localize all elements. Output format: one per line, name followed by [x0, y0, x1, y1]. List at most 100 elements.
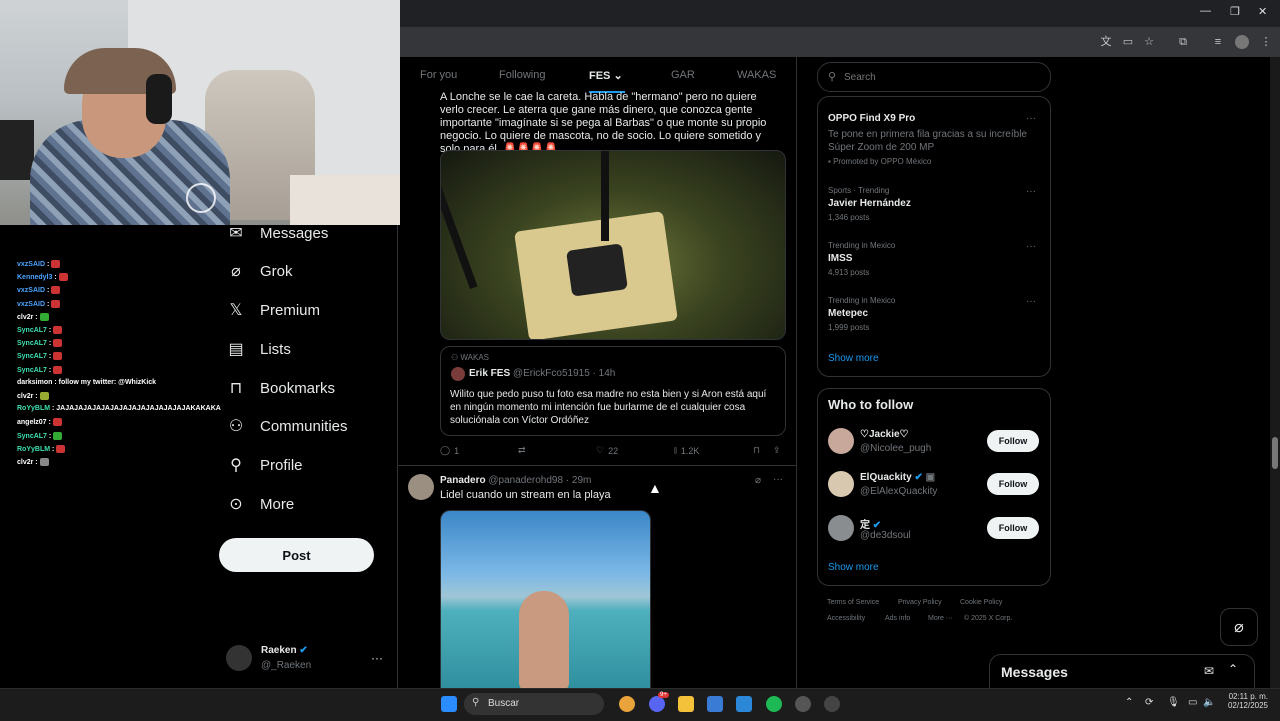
follow-user-name-row[interactable]: 定 ✔	[860, 516, 881, 531]
trend-name[interactable]: OPPO Find X9 Pro	[828, 113, 915, 124]
store-icon[interactable]	[707, 696, 723, 712]
volume-icon[interactable]: 🔈	[1203, 697, 1215, 708]
scrollbar[interactable]	[1270, 57, 1280, 688]
obs-icon[interactable]	[824, 696, 840, 712]
tab-for-you[interactable]: For you	[420, 69, 457, 81]
spotify-icon[interactable]	[766, 696, 782, 712]
chat-username[interactable]: vxzSAID	[17, 261, 45, 268]
nav-bookmarks[interactable]: ⊓ Bookmarks	[226, 374, 335, 402]
extensions-icon[interactable]: ⧉	[1176, 35, 1190, 49]
footer-more[interactable]: More ···	[928, 615, 953, 622]
tab-wakas[interactable]: WAKAS	[737, 69, 776, 81]
windows-start-icon[interactable]	[441, 696, 457, 712]
clock[interactable]: 02:11 p. m. 02/12/2025	[1222, 692, 1268, 710]
messages-drawer[interactable]: Messages ✉ ⌃	[989, 654, 1255, 690]
chat-username[interactable]: Kennedyl3	[17, 274, 52, 281]
like-button[interactable]: ♡ 22	[596, 445, 618, 456]
search-box[interactable]: ⚲	[817, 62, 1051, 92]
folder-icon[interactable]	[678, 696, 694, 712]
reply-button[interactable]: ◯ 1	[440, 445, 459, 456]
post-button[interactable]: Post	[219, 538, 374, 572]
nav-more[interactable]: ⊙ More	[226, 490, 294, 518]
trend-name[interactable]: IMSS	[828, 253, 852, 264]
bookmark-star-icon[interactable]: ☆	[1142, 35, 1156, 49]
trend-more-icon[interactable]: ···	[1026, 113, 1036, 124]
chat-username[interactable]: angelz07	[17, 419, 47, 426]
tab-gar[interactable]: GAR	[671, 69, 695, 81]
grok-float-icon[interactable]: ⌀	[1220, 608, 1258, 646]
media-icon[interactable]: ≡	[1211, 35, 1225, 49]
repost-button[interactable]: ⇄	[518, 445, 526, 456]
show-more-trends[interactable]: Show more	[828, 353, 879, 364]
avatar[interactable]	[226, 645, 252, 671]
translate-icon[interactable]: 文	[1099, 35, 1113, 49]
taskbar-search[interactable]: ⚲ Buscar	[464, 693, 604, 715]
avatar[interactable]	[408, 474, 434, 500]
chat-username[interactable]: SyncAL7	[17, 432, 47, 439]
discord-icon[interactable]	[649, 696, 665, 712]
tweet2-image[interactable]	[440, 510, 651, 689]
chat-username[interactable]: vxzSAID	[17, 300, 45, 307]
app-icon[interactable]	[795, 696, 811, 712]
scrollbar-thumb[interactable]	[1272, 437, 1278, 469]
footer-privacy[interactable]: Privacy Policy	[898, 599, 942, 606]
chrome-icon[interactable]	[619, 696, 635, 712]
chat-username[interactable]: darksimon	[17, 379, 52, 386]
menu-kebab-icon[interactable]: ⋮	[1259, 35, 1273, 49]
footer-ads[interactable]: Ads info	[885, 615, 910, 622]
chevron-up-icon[interactable]: ⌃	[1228, 662, 1238, 676]
chat-username[interactable]: SyncAL7	[17, 327, 47, 334]
chat-username[interactable]: RoYyBLM	[17, 405, 50, 412]
avatar[interactable]	[828, 428, 854, 454]
chat-username[interactable]: SyncAL7	[17, 340, 47, 347]
trend-name[interactable]: Javier Hernández	[828, 198, 911, 209]
new-message-icon[interactable]: ✉	[1204, 664, 1214, 678]
avatar[interactable]	[828, 515, 854, 541]
footer-cookie[interactable]: Cookie Policy	[960, 599, 1002, 606]
search-input[interactable]	[842, 67, 1036, 87]
tweet2-author[interactable]: Panadero @panaderohd98 · 29m	[440, 475, 591, 486]
chat-username[interactable]: SyncAL7	[17, 366, 47, 373]
trend-more-icon[interactable]: ···	[1026, 186, 1036, 197]
tray-chevron-icon[interactable]: ⌃	[1125, 697, 1133, 708]
network-icon[interactable]: ▭	[1188, 697, 1197, 708]
follow-button[interactable]: Follow	[987, 473, 1039, 495]
tab-fes[interactable]: FES ⌄	[589, 69, 623, 82]
trend-name[interactable]: Metepec	[828, 308, 868, 319]
footer-accessibility[interactable]: Accessibility	[827, 615, 865, 622]
chat-username[interactable]: SyncAL7	[17, 353, 47, 360]
nav-communities[interactable]: ⚇ Communities	[226, 412, 348, 440]
chat-username[interactable]: clv2r	[17, 393, 33, 400]
restore-icon[interactable]: ❐	[1230, 5, 1240, 18]
follow-button[interactable]: Follow	[987, 517, 1039, 539]
views-button[interactable]: ⫾ 1.2K	[674, 445, 699, 456]
show-more-follow[interactable]: Show more	[828, 562, 879, 573]
share-button[interactable]: ⇪	[773, 445, 781, 456]
follow-user-name-row[interactable]: ElQuackity ✔ ▣	[860, 472, 935, 483]
follow-user-name[interactable]: ♡Jackie♡	[860, 429, 909, 440]
chat-username[interactable]: vxzSAID	[17, 287, 45, 294]
nav-grok[interactable]: ⌀ Grok	[226, 257, 292, 285]
avatar[interactable]	[828, 471, 854, 497]
chat-username[interactable]: clv2r	[17, 314, 33, 321]
nav-messages[interactable]: ✉ Messages	[226, 219, 328, 247]
nav-lists[interactable]: ▤ Lists	[226, 335, 290, 363]
close-icon[interactable]: ✕	[1258, 5, 1267, 18]
nav-profile[interactable]: ⚲ Profile	[226, 451, 302, 479]
tweet-more-icon[interactable]: ···	[773, 474, 783, 485]
account-name[interactable]: Raeken ✔	[261, 645, 308, 656]
account-menu-icon[interactable]: ···	[371, 651, 383, 665]
mail-app-icon[interactable]	[736, 696, 752, 712]
trend-more-icon[interactable]: ···	[1026, 241, 1036, 252]
sync-icon[interactable]: ⟳	[1145, 697, 1153, 708]
cast-icon[interactable]: ▭	[1121, 35, 1135, 49]
mic-icon[interactable]: 🎙	[1167, 697, 1180, 708]
grok-icon[interactable]: ⌀	[755, 475, 761, 486]
nav-premium[interactable]: 𝕏 Premium	[226, 296, 320, 324]
quoted-tweet[interactable]: ⚇ WAKAS Erik FES @ErickFco51915 · 14h Wi…	[440, 346, 786, 436]
follow-button[interactable]: Follow	[987, 430, 1039, 452]
chat-username[interactable]: clv2r	[17, 459, 33, 466]
tweet-image[interactable]	[440, 150, 786, 340]
chat-username[interactable]: RoYyBLM	[17, 446, 50, 453]
tab-following[interactable]: Following	[499, 69, 545, 81]
